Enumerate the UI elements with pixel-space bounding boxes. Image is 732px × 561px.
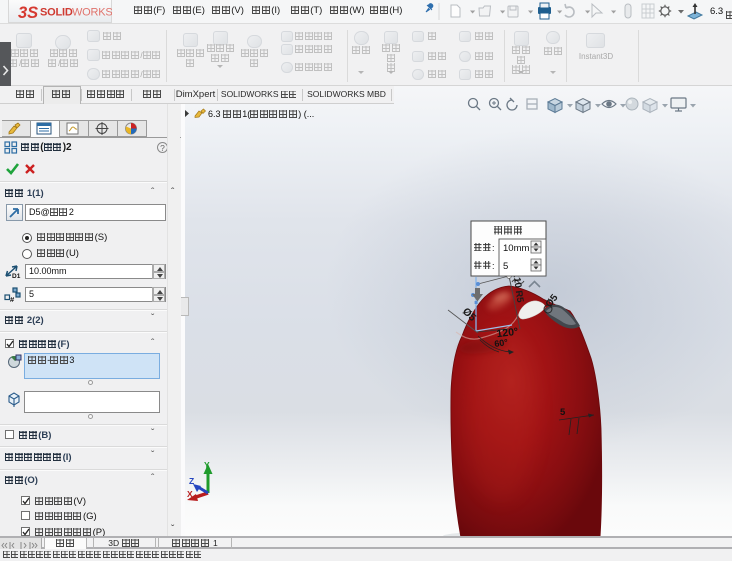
- svg-text:5: 5: [560, 407, 566, 418]
- svg-text:10mm: 10mm: [503, 243, 529, 254]
- svg-text:SOLID: SOLID: [40, 7, 73, 19]
- svg-text:#: #: [10, 295, 15, 303]
- svg-text::: :: [492, 261, 495, 271]
- svg-text:6.3: 6.3: [710, 6, 723, 17]
- svg-text:X: X: [187, 489, 193, 499]
- svg-text::: :: [492, 243, 495, 253]
- svg-text:D1: D1: [12, 273, 21, 279]
- svg-text:Z: Z: [189, 476, 194, 486]
- svg-text:3S: 3S: [18, 4, 38, 22]
- svg-text:WORKS: WORKS: [72, 7, 112, 19]
- svg-text:Y: Y: [204, 460, 210, 470]
- svg-text:5: 5: [503, 261, 508, 272]
